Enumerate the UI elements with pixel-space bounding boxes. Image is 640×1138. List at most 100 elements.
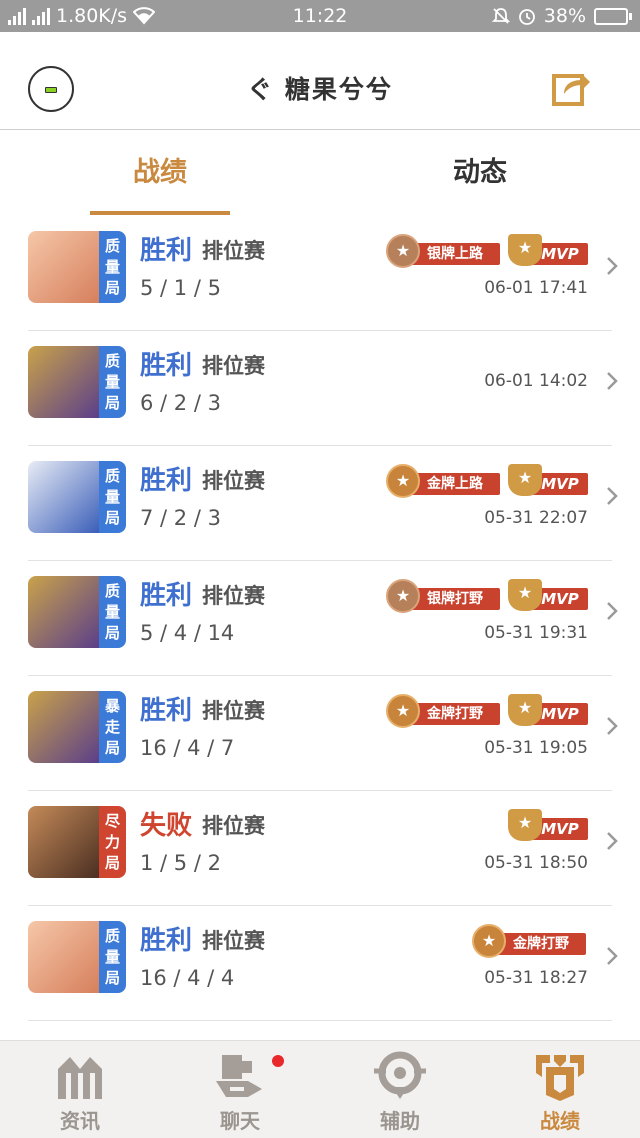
match-row[interactable]: 质量局胜利 排位赛 5 / 1 / 5 银牌上路 ★ MVP ★ 06-01 17:41 (0, 216, 640, 331)
hero-portrait (28, 461, 100, 533)
match-row[interactable]: 质量局胜利 排位赛 6 / 2 / 3 06-01 14:02 (0, 331, 640, 446)
hero-portrait (28, 806, 100, 878)
nav-assist[interactable]: 辅助 (320, 1041, 480, 1138)
star-icon: ★ (395, 241, 411, 260)
hero-portrait (28, 346, 100, 418)
match-time: 05-31 18:27 (484, 968, 588, 988)
match-list: 质量局胜利 排位赛 5 / 1 / 5 银牌上路 ★ MVP ★ 06-01 17:41 质量局… (0, 216, 640, 1021)
match-kda: 7 / 2 / 3 (140, 506, 221, 530)
star-icon: ★ (481, 931, 497, 950)
chevron-right-icon[interactable] (602, 484, 622, 508)
star-icon: ★ (517, 583, 533, 602)
tag-char: 局 (104, 508, 120, 527)
tag-char: 质 (104, 466, 120, 485)
hero-portrait (28, 231, 100, 303)
mvp-badge: MVP ★ (508, 579, 588, 613)
status-right: 38% (491, 5, 632, 27)
tag-char: 尽 (104, 811, 120, 830)
header: ぐ 糖果兮兮 (0, 32, 640, 130)
rank-badge-label: 金牌打野 (410, 703, 500, 725)
match-quality-tag: 质量局 (99, 921, 126, 993)
chevron-right-icon[interactable] (602, 714, 622, 738)
nav-record[interactable]: 战绩 (480, 1041, 640, 1138)
status-left: 1.80K/s (8, 5, 156, 27)
mvp-badge: MVP ★ (508, 809, 588, 843)
match-kda: 1 / 5 / 2 (140, 851, 221, 875)
match-quality-tag: 质量局 (99, 346, 126, 418)
tag-char: 局 (104, 393, 120, 412)
signal-icon (8, 7, 26, 25)
chat-icon (216, 1055, 262, 1097)
match-mode: 排位赛 (202, 814, 265, 838)
hero-portrait (28, 691, 100, 763)
hero-avatar: 质量局 (28, 921, 126, 993)
match-time: 05-31 22:07 (484, 508, 588, 528)
hero-portrait (28, 576, 100, 648)
match-result: 胜利 (140, 236, 193, 266)
tag-char: 量 (104, 257, 120, 276)
tab-record[interactable]: 战绩 (0, 130, 320, 216)
match-quality-tag: 质量局 (99, 461, 126, 533)
match-row[interactable]: 质量局胜利 排位赛 16 / 4 / 4 金牌打野 ★ 05-31 18:27 (0, 906, 640, 1021)
medal-icon: ★ (472, 924, 506, 958)
nav-chat[interactable]: 聊天 (160, 1041, 320, 1138)
trophy-icon: ★ (508, 234, 542, 266)
rank-badge: 金牌上路 ★ (384, 464, 502, 498)
hero-portrait (28, 921, 100, 993)
match-result: 胜利 (140, 926, 193, 956)
hero-avatar: 质量局 (28, 576, 126, 648)
network-speed: 1.80K/s (56, 5, 128, 27)
hero-avatar: 暴走局 (28, 691, 126, 763)
match-result: 胜利 (140, 466, 193, 496)
rank-badge: 金牌打野 ★ (470, 924, 588, 958)
assist-icon (374, 1051, 426, 1099)
row-divider (28, 1020, 612, 1021)
chevron-right-icon[interactable] (602, 829, 622, 853)
nav-news[interactable]: 资讯 (0, 1041, 160, 1138)
chat-unread-dot (272, 1055, 284, 1067)
match-badges: 金牌上路 ★ MVP ★ (384, 464, 588, 498)
battery-percent: 38% (543, 5, 586, 27)
trophy-icon: ★ (508, 579, 542, 611)
match-result: 失败 (140, 811, 193, 841)
chevron-right-icon[interactable] (602, 599, 622, 623)
nav-news-label: 资讯 (60, 1109, 100, 1133)
chevron-right-icon[interactable] (602, 944, 622, 968)
match-row[interactable]: 暴走局胜利 排位赛 16 / 4 / 7 金牌打野 ★ MVP ★ 05-31 19:05 (0, 676, 640, 791)
match-mode: 排位赛 (202, 354, 265, 378)
page-title: ぐ 糖果兮兮 (247, 75, 393, 104)
bottom-nav: 资讯 聊天 辅助 战绩 (0, 1040, 640, 1138)
trophy-icon: ★ (508, 694, 542, 726)
record-icon (536, 1055, 584, 1101)
chevron-right-icon[interactable] (602, 369, 622, 393)
match-badges: 银牌打野 ★ MVP ★ (384, 579, 588, 613)
match-result: 胜利 (140, 351, 193, 381)
star-icon: ★ (517, 698, 533, 717)
match-mode: 排位赛 (202, 929, 265, 953)
star-icon: ★ (517, 238, 533, 257)
tag-char: 质 (104, 581, 120, 600)
rank-badge-label: 金牌上路 (410, 473, 500, 495)
match-badges: MVP ★ (508, 809, 588, 843)
mute-icon (491, 8, 510, 24)
share-icon[interactable] (552, 68, 592, 106)
match-quality-tag: 暴走局 (99, 691, 126, 763)
rank-badge-label: 银牌上路 (410, 243, 500, 265)
medal-icon: ★ (386, 694, 420, 728)
match-row[interactable]: 质量局胜利 排位赛 5 / 4 / 14 银牌打野 ★ MVP ★ 05-31 19:31 (0, 561, 640, 676)
nav-assist-label: 辅助 (380, 1109, 420, 1133)
match-row[interactable]: 质量局胜利 排位赛 7 / 2 / 3 金牌上路 ★ MVP ★ 05-31 22:07 (0, 446, 640, 561)
rank-badge: 银牌上路 ★ (384, 234, 502, 268)
match-mode: 排位赛 (202, 469, 265, 493)
news-icon (58, 1057, 102, 1099)
trophy-icon: ★ (508, 464, 542, 496)
nav-record-label: 战绩 (540, 1109, 580, 1133)
chevron-right-icon[interactable] (602, 254, 622, 278)
tab-activity[interactable]: 动态 (320, 130, 640, 216)
hero-avatar: 质量局 (28, 461, 126, 533)
match-row[interactable]: 尽力局失败 排位赛 1 / 5 / 2 MVP ★ 05-31 18:50 (0, 791, 640, 906)
star-icon: ★ (395, 586, 411, 605)
wifi-icon (133, 7, 156, 25)
match-kda: 16 / 4 / 4 (140, 966, 235, 990)
match-time: 05-31 19:05 (484, 738, 588, 758)
